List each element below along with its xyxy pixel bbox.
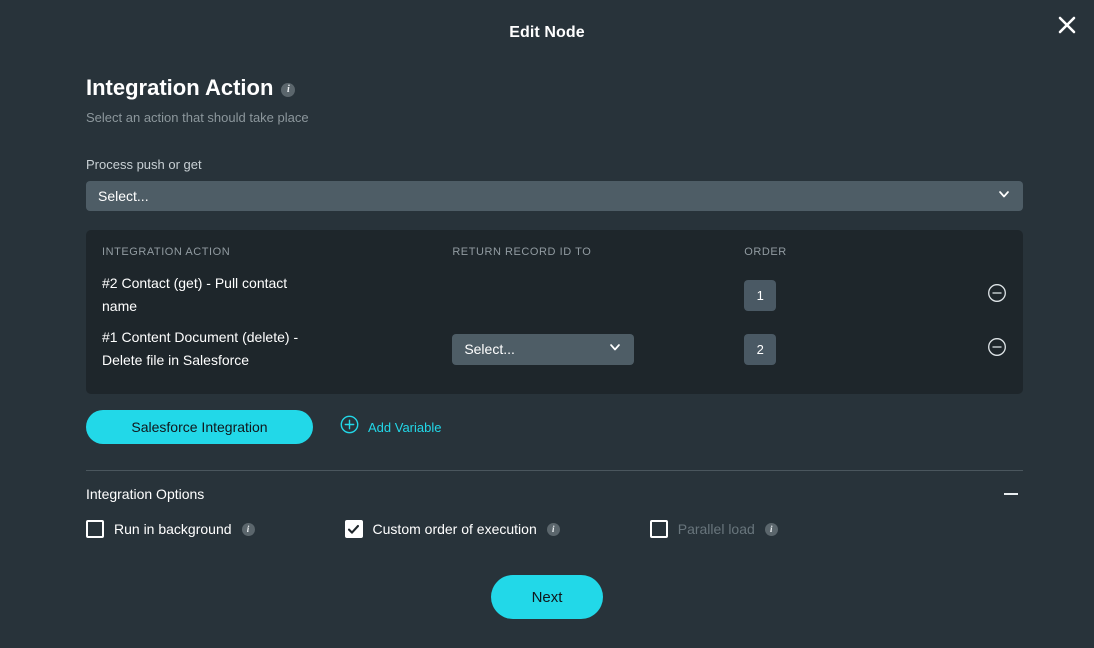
process-push-or-get-select[interactable]: Select... (86, 181, 1023, 211)
modal-header: Edit Node (0, 0, 1094, 58)
checkbox-label: Run in background (114, 521, 232, 537)
add-variable-button[interactable]: Add Variable (340, 415, 441, 439)
modal-content: Integration Action i Select an action th… (86, 74, 1023, 619)
minus-icon (1004, 493, 1018, 495)
return-record-id-select[interactable]: Select... (452, 333, 635, 365)
return-record-id-value: Select... (464, 341, 515, 357)
cell-return-record-id (452, 272, 744, 326)
table-header-row: INTEGRATION ACTION RETURN RECORD ID TO O… (102, 246, 1007, 272)
process-field-label: Process push or get (86, 157, 202, 172)
cell-order: 1 (744, 272, 919, 326)
process-select-value: Select... (98, 188, 149, 204)
chevron-down-icon (608, 340, 622, 359)
column-header-integration-action: INTEGRATION ACTION (102, 246, 231, 258)
cell-remove (919, 272, 1007, 326)
cell-return-record-id: Select... (452, 326, 744, 380)
cell-integration-action: #2 Contact (get) - Pull contact name (102, 272, 452, 326)
checkbox-box (649, 520, 668, 538)
column-header-remove (919, 246, 1007, 272)
table-row: #1 Content Document (delete) - Delete fi… (102, 326, 1007, 380)
order-input[interactable]: 2 (744, 333, 777, 365)
integration-options-title: Integration Options (86, 486, 205, 502)
minus-circle-icon (987, 337, 1007, 362)
integration-options-header: Integration Options (86, 485, 1023, 503)
chevron-down-icon (997, 187, 1011, 206)
section-heading: Integration Action i (86, 74, 1023, 102)
info-icon[interactable]: i (281, 83, 296, 97)
cell-order: 2 (744, 326, 919, 380)
modal-body: Integration Action i Select an action th… (0, 58, 1094, 619)
info-icon[interactable]: i (546, 522, 560, 536)
remove-row-button[interactable] (987, 337, 1007, 362)
page-title: Edit Node (509, 24, 585, 41)
modal-footer: Next (0, 575, 1094, 619)
action-row: Salesforce Integration Add Variable (86, 410, 1023, 444)
info-icon[interactable]: i (764, 522, 778, 536)
checkbox-custom-order-of-execution[interactable]: Custom order of execution i (344, 520, 560, 538)
options-divider (86, 470, 1023, 471)
plus-circle-icon (340, 415, 359, 439)
close-button[interactable] (1050, 8, 1084, 42)
integration-action-label: #1 Content Document (delete) - Delete fi… (102, 329, 299, 368)
table-row: #2 Contact (get) - Pull contact name 1 (102, 272, 1007, 326)
checkbox-box (86, 520, 104, 538)
close-icon (1056, 14, 1078, 36)
next-button[interactable]: Next (491, 575, 603, 619)
section-subtitle: Select an action that should take place (86, 110, 309, 125)
column-header-order: ORDER (744, 246, 787, 258)
salesforce-integration-button[interactable]: Salesforce Integration (86, 410, 313, 444)
integration-action-table: INTEGRATION ACTION RETURN RECORD ID TO O… (86, 230, 1023, 394)
section-title: Integration Action (86, 75, 274, 100)
checkbox-box (344, 520, 363, 538)
add-variable-label: Add Variable (368, 419, 442, 435)
remove-row-button[interactable] (987, 283, 1007, 308)
column-header-return-record-id: RETURN RECORD ID TO (452, 246, 592, 258)
info-icon[interactable]: i (241, 522, 255, 536)
checkbox-label: Parallel load (677, 521, 755, 537)
checkbox-run-in-background[interactable]: Run in background i (86, 520, 255, 538)
collapse-options-toggle[interactable] (999, 485, 1023, 503)
integration-action-label: #2 Contact (get) - Pull contact name (102, 275, 288, 314)
integration-options-checkboxes: Run in background i Custom order of exec… (86, 520, 1023, 538)
minus-circle-icon (987, 283, 1007, 308)
cell-integration-action: #1 Content Document (delete) - Delete fi… (102, 326, 452, 380)
cell-remove (919, 326, 1007, 380)
checkbox-label: Custom order of execution (372, 521, 537, 537)
checkbox-parallel-load: Parallel load i (649, 520, 778, 538)
order-input[interactable]: 1 (744, 279, 777, 311)
